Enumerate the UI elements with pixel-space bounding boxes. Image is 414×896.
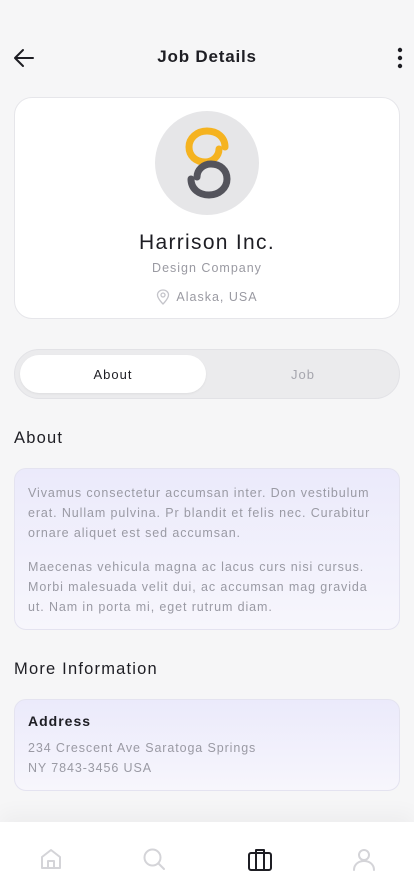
map-pin-icon [157, 289, 170, 305]
nav-profile[interactable] [349, 844, 379, 874]
about-section-title: About [14, 429, 64, 447]
search-icon [143, 848, 165, 870]
user-icon [353, 849, 375, 871]
briefcase-icon [248, 849, 272, 871]
swirl-logo [185, 127, 231, 199]
tab-about[interactable]: About [20, 355, 206, 393]
address-label: Address [28, 713, 92, 729]
address-value: 234 Crescent Ave Saratoga Springs NY 784… [28, 738, 386, 778]
nav-jobs[interactable] [245, 844, 275, 874]
nav-home[interactable] [36, 844, 66, 874]
bottom-navigation [0, 822, 414, 896]
nav-search[interactable] [139, 844, 169, 874]
tab-job[interactable]: Job [210, 355, 396, 393]
company-location: Alaska, USA [15, 289, 399, 305]
company-type: Design Company [152, 261, 262, 275]
about-paragraph: Vivamus consectetur accumsan inter. Don … [28, 486, 371, 540]
address-line: NY 7843-3456 USA [28, 761, 152, 775]
page-title: Job Details [157, 47, 257, 66]
home-icon [41, 849, 61, 869]
address-card: Address 234 Crescent Ave Saratoga Spring… [14, 699, 400, 791]
company-name: Harrison Inc. [139, 231, 275, 254]
top-bar: Job Details [0, 0, 414, 96]
about-paragraph: Maecenas vehicula magna ac lacus curs ni… [28, 560, 368, 614]
address-line: 234 Crescent Ave Saratoga Springs [28, 741, 257, 755]
about-description-box: Vivamus consectetur accumsan inter. Don … [14, 468, 400, 630]
more-info-section-title: More Information [14, 660, 158, 678]
location-text: Alaska, USA [176, 290, 258, 304]
tab-switcher: About Job [14, 349, 400, 399]
company-card: Harrison Inc. Design Company Alaska, USA [14, 97, 400, 319]
more-vertical-icon [397, 47, 403, 69]
more-options-button[interactable] [392, 44, 408, 72]
company-logo [155, 111, 259, 215]
